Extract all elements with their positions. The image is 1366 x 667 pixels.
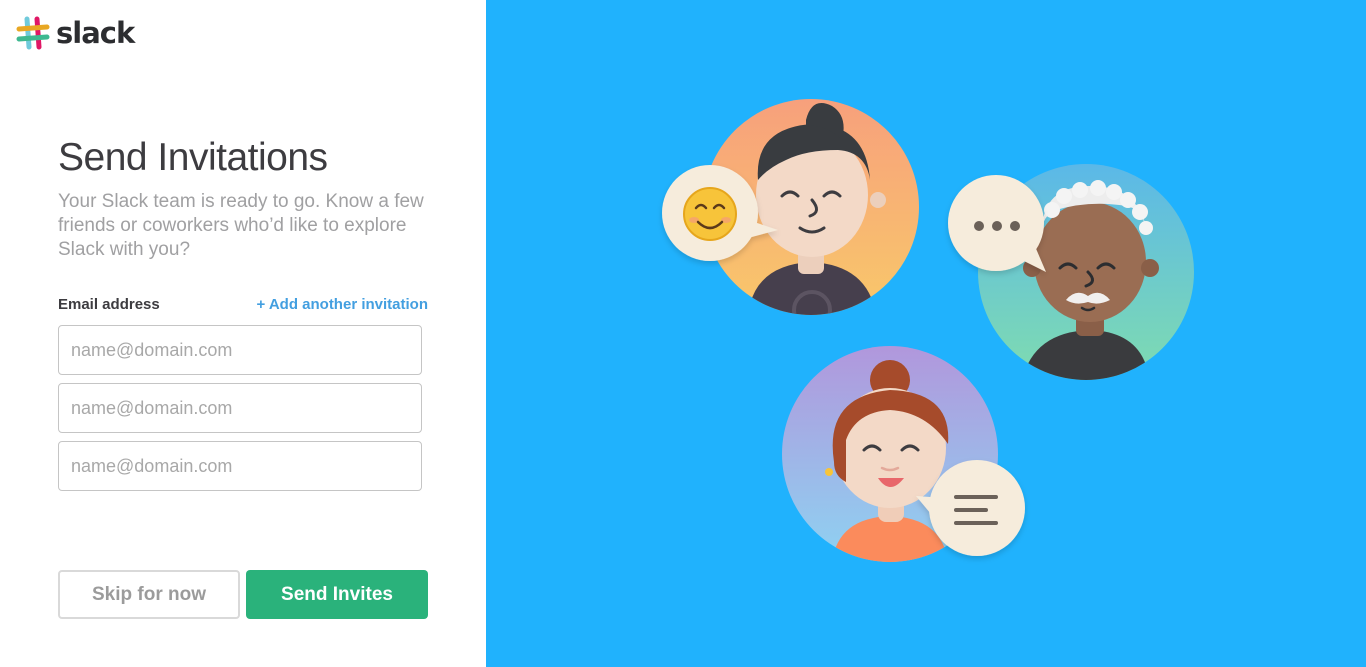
- skip-for-now-button[interactable]: Skip for now: [58, 570, 240, 619]
- logo-wordmark: slack: [56, 15, 135, 50]
- invite-panel: slack Send Invitations Your Slack team i…: [0, 0, 486, 667]
- ellipsis-icon: [974, 221, 1020, 231]
- slack-logo[interactable]: slack: [16, 15, 135, 50]
- email-field-1[interactable]: [58, 325, 422, 375]
- page-subtitle: Your Slack team is ready to go. Know a f…: [58, 191, 424, 260]
- email-field-3[interactable]: [58, 441, 422, 491]
- email-address-label: Email address: [58, 296, 160, 313]
- page-title: Send Invitations: [58, 136, 328, 179]
- email-field-2[interactable]: [58, 383, 422, 433]
- team-illustration: [662, 99, 1194, 562]
- illustration-panel: [486, 0, 1366, 667]
- send-invites-button[interactable]: Send Invites: [246, 570, 428, 619]
- slack-hash-icon: [16, 16, 50, 50]
- add-another-invitation-link[interactable]: + Add another invitation: [256, 296, 428, 313]
- smile-emoji-icon: [683, 187, 737, 241]
